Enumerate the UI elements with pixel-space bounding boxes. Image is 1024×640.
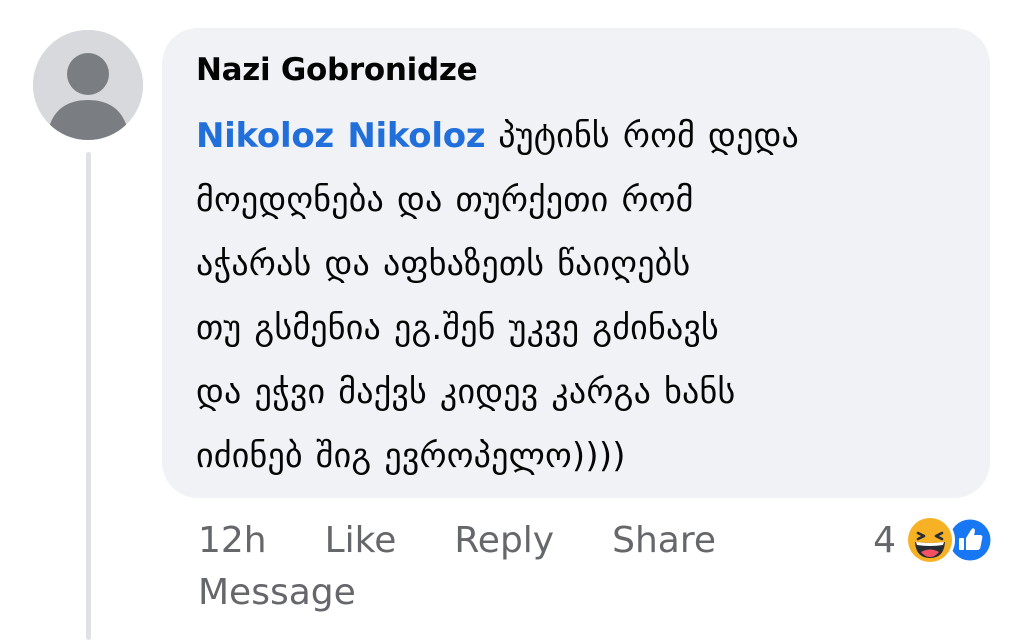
haha-reaction-icon [905, 515, 955, 565]
comment-line-6: იძინებ შიგ ევროპელო)))) [196, 436, 626, 476]
reaction-count: 4 [873, 519, 896, 561]
message-button[interactable]: Message [198, 572, 356, 613]
default-user-icon [33, 30, 143, 140]
avatar[interactable] [33, 30, 143, 140]
share-button[interactable]: Share [612, 520, 716, 561]
comment-timestamp[interactable]: 12h [198, 520, 267, 561]
thread-connector-line [86, 152, 91, 640]
comment-actions: 12h Like Reply Share [198, 515, 774, 565]
comment-bubble: Nazi Gobronidze Nikoloz Nikoloz პუტინს რ… [162, 28, 990, 498]
reaction-icons [904, 512, 996, 568]
mention-link[interactable]: Nikoloz Nikoloz [196, 116, 486, 156]
reply-button[interactable]: Reply [454, 520, 554, 561]
comment-thread: Nazi Gobronidze Nikoloz Nikoloz პუტინს რ… [0, 0, 1024, 640]
comment-line-1-text: პუტინს რომ დედა [485, 116, 800, 156]
comment-line-4: თუ გსმენია ეგ.შენ უკვე გძინავს [196, 308, 720, 348]
comment-text: Nikoloz Nikoloz პუტინს რომ დედა მოედღნებ… [196, 104, 960, 488]
comment-line-2: მოედღნება და თურქეთი რომ [196, 180, 694, 220]
comment-line-1: Nikoloz Nikoloz პუტინს რომ დედა [196, 104, 960, 168]
comment-author[interactable]: Nazi Gobronidze [196, 48, 960, 92]
comment-line-3: აჭარას და აფხაზეთს წაიღებს [196, 244, 691, 284]
reactions-summary[interactable]: 4 [873, 512, 996, 568]
like-button[interactable]: Like [325, 520, 397, 561]
comment-line-5: და ეჭვი მაქვს კიდევ კარგა ხანს [196, 372, 736, 412]
